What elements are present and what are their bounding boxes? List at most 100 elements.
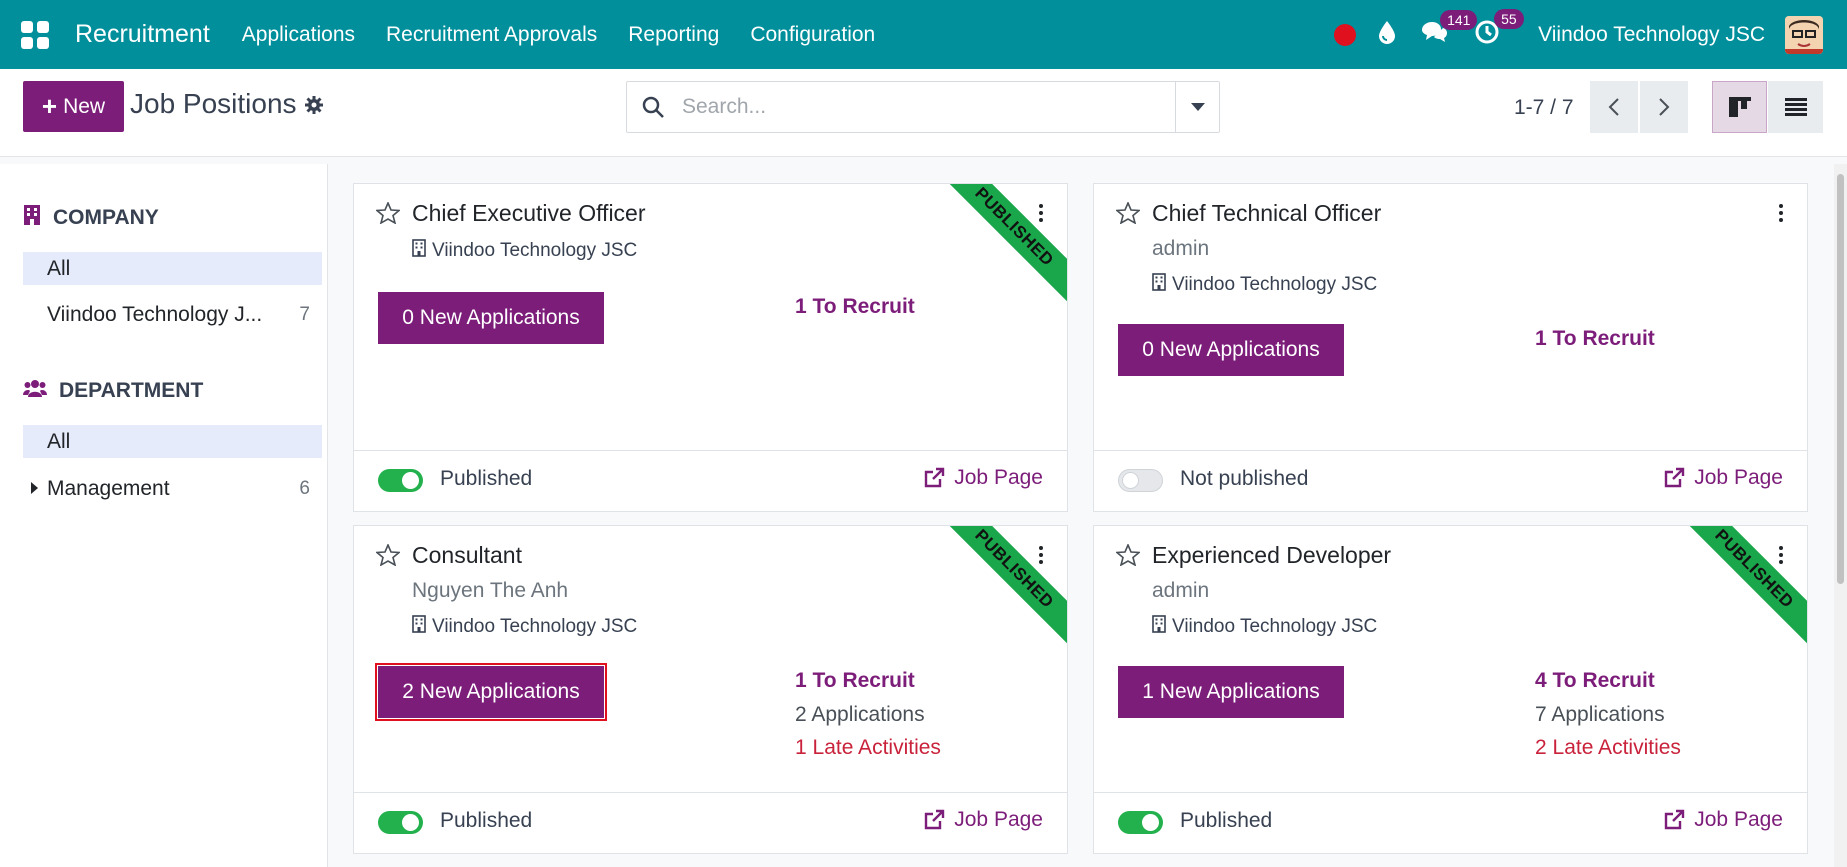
company-filter-viindoo[interactable]: Viindoo Technology J... 7 [23, 298, 322, 331]
menu-configuration[interactable]: Configuration [750, 23, 875, 47]
pager-next-button[interactable] [1640, 81, 1688, 133]
building-icon [412, 615, 426, 639]
publish-toggle[interactable] [378, 811, 423, 834]
kanban-view-button[interactable] [1712, 81, 1767, 133]
job-company: Viindoo Technology JSC [412, 615, 637, 639]
more-options-icon[interactable] [1779, 204, 1783, 225]
menu-applications[interactable]: Applications [242, 23, 355, 47]
new-applications-button[interactable]: 0 New Applications [1118, 324, 1344, 376]
card-footer: Published Job Page [354, 792, 1067, 853]
messages-badge: 141 [1440, 10, 1478, 30]
plus-icon: + [41, 91, 58, 121]
new-button-label: New [63, 94, 106, 118]
publish-status: Published [440, 467, 533, 490]
main-menu: Applications Recruitment Approvals Repor… [242, 23, 906, 47]
search-bar [626, 81, 1220, 133]
job-title[interactable]: Experienced Developer [1152, 542, 1391, 569]
users-icon [23, 378, 47, 404]
control-panel: + New Job Positions 1-7 / 7 [0, 69, 1847, 157]
filter-count: 6 [299, 477, 310, 499]
late-activities-link[interactable]: 2 Late Activities [1535, 736, 1681, 760]
list-icon [1784, 98, 1807, 116]
to-recruit-link[interactable]: 1 To Recruit [1535, 327, 1655, 351]
job-page-link[interactable]: Job Page [923, 808, 1043, 832]
card-footer: Not published Job Page [1094, 450, 1807, 511]
company-filter-all[interactable]: All [23, 252, 322, 285]
publish-toggle[interactable] [1118, 811, 1163, 834]
company-switcher[interactable]: Viindoo Technology JSC [1538, 23, 1765, 47]
water-drop-icon[interactable] [1378, 20, 1396, 49]
new-applications-button[interactable]: 1 New Applications [1118, 666, 1344, 718]
more-options-icon[interactable] [1039, 546, 1043, 567]
external-link-icon [925, 467, 945, 488]
messages-icon[interactable]: 141 [1420, 10, 1478, 49]
gear-icon[interactable] [304, 95, 324, 120]
page-title: Job Positions [130, 88, 297, 119]
applications-link[interactable]: 7 Applications [1535, 703, 1665, 727]
job-page-link[interactable]: Job Page [1663, 466, 1783, 490]
app-brand[interactable]: Recruitment [75, 20, 210, 49]
new-applications-button[interactable]: 2 New Applications [375, 663, 607, 721]
list-view-button[interactable] [1768, 81, 1823, 133]
more-options-icon[interactable] [1039, 204, 1043, 225]
job-page-label: Job Page [1694, 466, 1783, 489]
user-avatar[interactable] [1785, 15, 1823, 54]
to-recruit-link[interactable]: 4 To Recruit [1535, 669, 1655, 693]
scrollbar-thumb[interactable] [1837, 174, 1844, 584]
to-recruit-link[interactable]: 1 To Recruit [795, 295, 915, 319]
late-activities-link[interactable]: 1 Late Activities [795, 736, 941, 760]
publish-toggle[interactable] [1118, 469, 1163, 492]
more-options-icon[interactable] [1779, 546, 1783, 567]
external-link-icon [925, 809, 945, 830]
company-label: Viindoo Technology JSC [432, 616, 638, 637]
star-icon[interactable] [1114, 542, 1142, 571]
menu-recruitment-approvals[interactable]: Recruitment Approvals [386, 23, 597, 47]
top-navbar: Recruitment Applications Recruitment App… [0, 0, 1847, 69]
star-icon[interactable] [1114, 200, 1142, 229]
job-owner: Nguyen The Anh [412, 579, 569, 602]
published-ribbon: PUBLISHED [936, 526, 1067, 647]
job-title[interactable]: Chief Technical Officer [1152, 200, 1381, 227]
new-button[interactable]: + New [23, 81, 124, 132]
company-label: Viindoo Technology JSC [1172, 616, 1378, 637]
star-icon[interactable] [374, 200, 402, 229]
job-card[interactable]: PUBLISHED Experienced Developer admin Vi… [1093, 525, 1808, 854]
filter-label: Management [47, 476, 170, 500]
new-applications-button[interactable]: 0 New Applications [378, 292, 604, 344]
pager-value[interactable]: 1-7 / 7 [1514, 96, 1574, 120]
caret-down-icon [1190, 103, 1205, 111]
menu-reporting[interactable]: Reporting [628, 23, 719, 47]
department-filter-management[interactable]: Management 6 [23, 472, 322, 505]
company-label: Viindoo Technology JSC [432, 240, 638, 261]
pager-previous-button[interactable] [1590, 81, 1638, 133]
job-title[interactable]: Consultant [412, 542, 522, 569]
chevron-right-icon [1659, 98, 1670, 116]
external-link-icon [1665, 467, 1685, 488]
building-icon [23, 204, 41, 232]
job-title[interactable]: Chief Executive Officer [412, 200, 646, 227]
job-page-link[interactable]: Job Page [1663, 808, 1783, 832]
published-ribbon: PUBLISHED [936, 184, 1067, 305]
job-card[interactable]: Chief Technical Officer admin Viindoo Te… [1093, 183, 1808, 512]
caret-right-icon[interactable] [31, 482, 38, 494]
search-input[interactable] [682, 82, 1132, 132]
star-icon[interactable] [374, 542, 402, 571]
applications-link[interactable]: 2 Applications [795, 703, 925, 727]
building-icon [1152, 273, 1166, 297]
job-card[interactable]: PUBLISHED Consultant Nguyen The Anh Viin… [353, 525, 1068, 854]
search-options-toggle[interactable] [1175, 82, 1219, 132]
publish-toggle[interactable] [378, 469, 423, 492]
kanban-icon [1728, 97, 1751, 117]
job-page-link[interactable]: Job Page [923, 466, 1043, 490]
activities-badge: 55 [1494, 9, 1524, 29]
job-company: Viindoo Technology JSC [412, 239, 637, 263]
activities-icon[interactable]: 55 [1474, 9, 1524, 50]
scrollbar[interactable] [1834, 164, 1847, 867]
job-card[interactable]: PUBLISHED Chief Executive Officer Viindo… [353, 183, 1068, 512]
department-heading-label: DEPARTMENT [59, 379, 204, 402]
department-filter-all[interactable]: All [23, 425, 322, 458]
building-icon [412, 239, 426, 263]
to-recruit-link[interactable]: 1 To Recruit [795, 669, 915, 693]
record-icon[interactable] [1334, 23, 1357, 46]
app-menu-icon[interactable] [21, 20, 49, 49]
